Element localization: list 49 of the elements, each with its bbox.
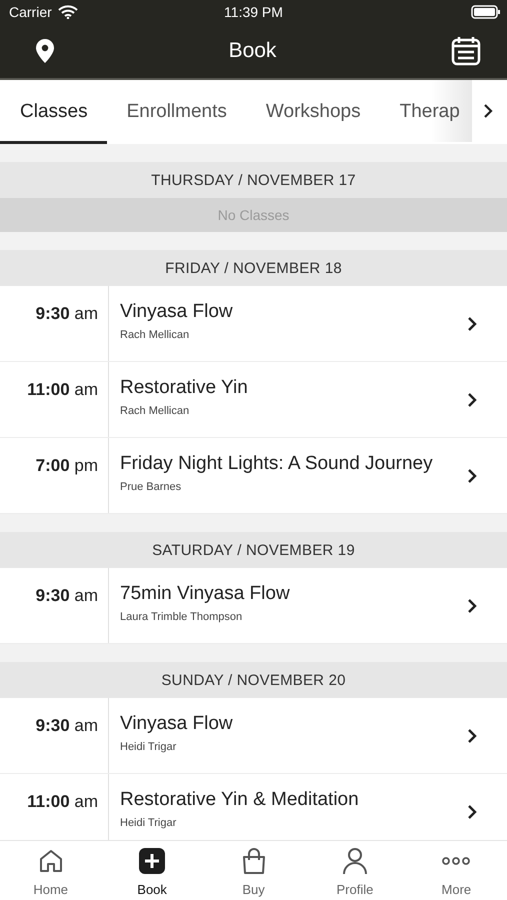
nav-tab[interactable]: More [406,841,507,900]
class-name[interactable]: 75min Vinyasa Flow [120,583,467,605]
teacher-name: Rach Mellican [120,329,190,341]
nav-tab[interactable]: Profile [304,841,406,900]
class-name[interactable]: Friday Night Lights: A Sound Journey [120,453,467,475]
class-time: 7:00 pm [36,456,98,475]
calendar-icon[interactable] [451,36,481,66]
tab[interactable]: Workshops [246,80,380,144]
class-name[interactable]: Vinyasa Flow [120,713,467,735]
class-time: 9:30 am [36,716,98,735]
carrier-name: Carrier [9,4,52,20]
class-name[interactable]: Vinyasa Flow [120,301,467,323]
chevron-right-icon[interactable] [467,392,477,408]
tab[interactable]: Enrollments [106,80,246,144]
page-title: Book [228,39,276,63]
chevron-right-icon[interactable] [467,598,477,614]
class-name[interactable]: Restorative Yin [120,377,467,399]
shopping-bag-icon [240,847,267,875]
battery-icon [471,5,501,19]
teacher-name: Heidi Trigar [120,817,178,829]
home-icon [38,848,64,874]
wifi-icon [58,5,78,19]
class-time: 11:00 am [27,380,98,399]
day-heading: FRIDAY / NOVEMBER 18 [165,260,342,276]
day-heading: THURSDAY / NOVEMBER 17 [151,172,356,188]
class-name[interactable]: Restorative Yin & Meditation [120,789,467,811]
nav-tab[interactable]: Book [101,841,203,900]
person-icon [342,847,368,875]
chevron-right-icon[interactable] [467,804,477,820]
teacher-name: Prue Barnes [120,481,182,493]
chevron-right-icon[interactable] [467,316,477,332]
nav-tab[interactable]: Buy [202,841,304,900]
day-heading: SUNDAY / NOVEMBER 20 [161,672,346,688]
class-time: 11:00 am [27,792,98,811]
chevron-right-icon[interactable] [467,468,477,484]
chevron-right-icon[interactable] [467,728,477,744]
plus-icon [139,848,166,874]
nav-tab[interactable]: Home [0,841,102,900]
chevron-right-icon[interactable] [483,103,493,119]
teacher-name: Rach Mellican [120,405,190,417]
teacher-name: Laura Trimble Thompson [120,611,244,623]
class-time: 9:30 am [36,304,98,323]
teacher-name: Heidi Trigar [120,741,178,753]
more-icon [442,857,470,865]
status-time: 11:39 PM [224,4,283,20]
location-pin-icon[interactable] [36,39,54,63]
day-heading: SATURDAY / NOVEMBER 19 [152,542,355,558]
empty-message: No Classes [218,207,290,223]
class-time: 9:30 am [36,586,98,605]
